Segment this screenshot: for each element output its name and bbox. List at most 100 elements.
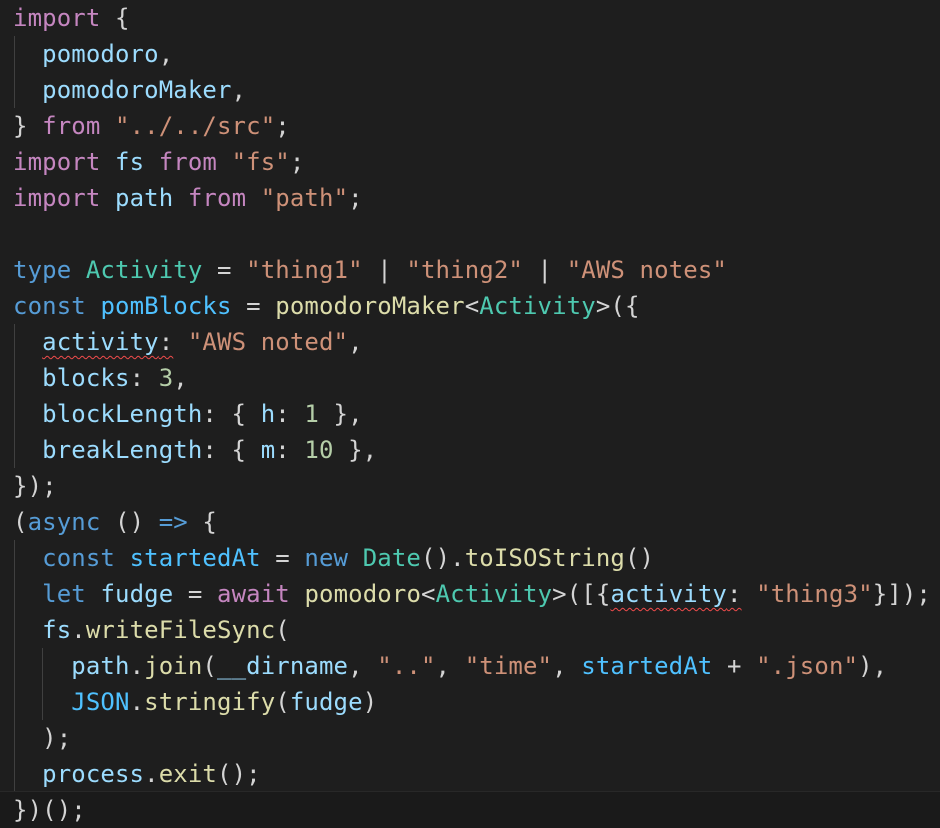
- code-token: Date: [362, 544, 421, 572]
- code-token: exit: [158, 760, 217, 788]
- code-token: : {: [202, 400, 261, 428]
- code-line[interactable]: let fudge = await pomodoro<Activity>([{a…: [13, 576, 940, 612]
- code-line[interactable]: pomodoro,: [13, 36, 940, 72]
- code-line[interactable]: pomodoroMaker,: [13, 72, 940, 108]
- code-line[interactable]: JSON.stringify(fudge): [13, 684, 940, 720]
- code-area[interactable]: import { pomodoro, pomodoroMaker, } from…: [0, 0, 940, 828]
- code-token: },: [333, 436, 378, 464]
- code-token: =>: [158, 508, 188, 536]
- code-line[interactable]: path.join(__dirname, "..", "time", start…: [13, 648, 940, 684]
- indent-guide: [14, 576, 15, 612]
- code-token: :: [129, 364, 159, 392]
- code-token: stringify: [144, 688, 276, 716]
- code-line[interactable]: import path from "path";: [13, 180, 940, 216]
- code-line[interactable]: fs.writeFileSync(: [13, 612, 940, 648]
- code-token: blockLength: [42, 400, 203, 428]
- code-line[interactable]: });: [13, 468, 940, 504]
- code-token: (: [275, 616, 290, 644]
- code-token: import: [13, 184, 101, 212]
- code-token: >([{: [552, 580, 611, 608]
- indent-guide: [14, 396, 15, 432]
- code-editor[interactable]: import { pomodoro, pomodoroMaker, } from…: [0, 0, 940, 828]
- code-token: let: [42, 580, 86, 608]
- indent-guide: [14, 432, 15, 468]
- code-token: ".json": [756, 652, 859, 680]
- indent-guide: [14, 756, 15, 792]
- error-token: activity: [610, 580, 727, 608]
- code-token: pomBlocks: [100, 292, 232, 320]
- code-token: import: [13, 4, 101, 32]
- code-line[interactable]: process.exit();: [13, 756, 940, 792]
- code-token: breakLength: [42, 436, 203, 464]
- error-token: :: [727, 580, 742, 608]
- code-token: =: [173, 580, 218, 608]
- code-line[interactable]: import {: [13, 0, 940, 36]
- code-token: new: [304, 544, 349, 572]
- code-token: import: [13, 148, 101, 176]
- code-token: ,: [231, 76, 247, 104]
- indent-guide: [14, 540, 15, 576]
- code-token: (): [624, 544, 655, 572]
- code-line[interactable]: type Activity = "thing1" | "thing2" | "A…: [13, 252, 940, 288]
- code-token: fs: [115, 148, 145, 176]
- error-token: :: [158, 328, 174, 356]
- code-token: "path": [260, 184, 349, 212]
- code-token: .: [144, 760, 159, 788]
- code-token: startedAt: [581, 652, 713, 680]
- code-token: "thing1": [246, 256, 363, 284]
- code-token: },: [318, 400, 363, 428]
- code-token: :: [275, 400, 305, 428]
- code-line[interactable]: import fs from "fs";: [13, 144, 940, 180]
- code-token: ,: [348, 328, 363, 356]
- code-token: from: [187, 184, 247, 212]
- code-token: ),: [858, 652, 888, 680]
- code-token: ();: [217, 760, 261, 788]
- code-token: toISOString: [464, 544, 625, 572]
- code-token: "../../src": [115, 112, 276, 140]
- code-line[interactable]: } from "../../src";: [13, 108, 940, 144]
- code-token: {: [100, 4, 130, 32]
- code-line[interactable]: const startedAt = new Date().toISOString…: [13, 540, 940, 576]
- code-line[interactable]: (async () => {: [13, 504, 940, 540]
- code-line[interactable]: blocks: 3,: [13, 360, 940, 396]
- code-token: type: [13, 256, 72, 284]
- code-line[interactable]: breakLength: { m: 10 },: [13, 432, 940, 468]
- code-line[interactable]: );: [13, 720, 940, 756]
- code-token: JSON: [71, 688, 130, 716]
- indent-guide: [14, 684, 15, 720]
- code-line[interactable]: activity: "AWS noted",: [13, 324, 940, 360]
- code-token: ): [362, 688, 378, 716]
- code-token: ().: [421, 544, 465, 572]
- code-token: }]);: [872, 580, 931, 608]
- code-line[interactable]: [13, 216, 940, 252]
- code-token: =: [202, 256, 247, 284]
- code-token: }: [13, 112, 43, 140]
- code-token: "AWS noted": [187, 328, 349, 356]
- code-token: "AWS notes": [566, 256, 727, 284]
- code-token: =: [231, 292, 276, 320]
- current-code-line[interactable]: })();: [0, 791, 940, 828]
- code-token: <: [464, 292, 480, 320]
- code-token: Activity: [85, 256, 203, 284]
- code-token: (: [202, 652, 217, 680]
- code-token: .: [129, 652, 145, 680]
- code-line[interactable]: const pomBlocks = pomodoroMaker<Activity…: [13, 288, 940, 324]
- code-token: (: [275, 688, 290, 716]
- code-line[interactable]: blockLength: { h: 1 },: [13, 396, 940, 432]
- code-token: ;: [275, 112, 290, 140]
- code-token: ,: [552, 652, 582, 680]
- code-token: pomodoroMaker: [42, 76, 232, 104]
